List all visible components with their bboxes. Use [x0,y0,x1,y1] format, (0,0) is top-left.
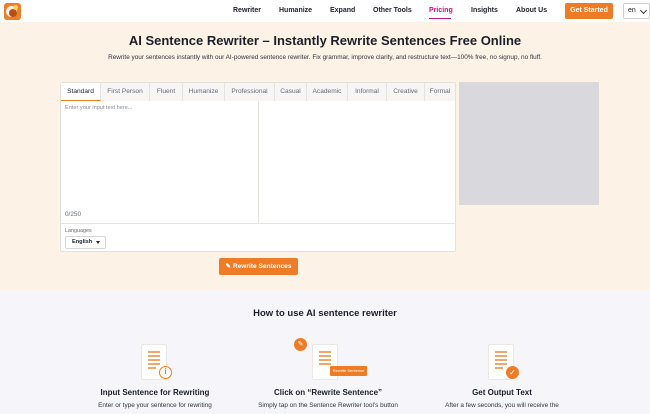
tab-first-person[interactable]: First Person [101,83,150,101]
input-placeholder: Enter your input text here... [65,105,133,111]
tab-casual[interactable]: Casual [275,83,307,101]
rewrite-button-label: Rewrite Sentences [232,263,292,270]
nav-pricing[interactable]: Pricing [429,7,453,14]
top-navbar: Rewriter Humanize Expand Other Tools Pri… [0,0,650,22]
get-started-button[interactable]: Get Started [565,3,613,19]
step-output-desc: After a few seconds, you will receive th… [445,402,559,409]
language-value: en [628,7,636,14]
how-to-section: How to use AI sentence rewriter i Input … [0,290,650,414]
nav-insights[interactable]: Insights [471,7,498,14]
page-subtitle: Rewrite your sentences instantly with ou… [108,54,542,61]
step-input-title: Input Sentence for Rewriting [100,388,210,397]
document-check-icon: ✓ [482,340,522,382]
chevron-down-icon [639,6,648,15]
nav-active-indicator [429,18,451,19]
tab-creative[interactable]: Creative [387,83,425,101]
caret-down-icon [96,241,100,244]
mode-tabs: Standard First Person Fluent Humanize Pr… [61,83,455,101]
page-title: AI Sentence Rewriter – Instantly Rewrite… [128,33,522,48]
step-input-desc: Enter or type your sentence for rewritin… [98,402,212,409]
output-panel [259,101,455,223]
tab-standard[interactable]: Standard [61,83,101,101]
nav-other-tools[interactable]: Other Tools [373,7,412,14]
step-input: i [70,340,240,382]
rewrite-sentences-button[interactable]: ✎ Rewrite Sentences [219,258,298,275]
input-textarea[interactable]: Enter your input text here... 0/250 [61,101,259,223]
tab-fluent[interactable]: Fluent [150,83,183,101]
ad-placeholder [459,82,599,205]
tab-professional[interactable]: Professional [225,83,275,101]
nav-rewriter[interactable]: Rewriter [233,7,261,14]
pencil-icon: ✎ [225,263,232,270]
rewrite-sentence-badge: Rewrite Sentence [330,366,367,376]
tab-academic[interactable]: Academic [307,83,348,101]
step-click-title: Click on “Rewrite Sentence” [273,388,383,397]
char-count: 0/250 [65,211,81,218]
nav-expand[interactable]: Expand [330,7,355,14]
languages-label: Languages [65,228,92,234]
hero-section: AI Sentence Rewriter – Instantly Rewrite… [0,22,650,290]
tab-informal[interactable]: Informal [348,83,387,101]
nav-about-us[interactable]: About Us [516,7,547,14]
tab-formal[interactable]: Formal [425,83,455,101]
language-select[interactable]: en [623,3,650,19]
nav-humanize[interactable]: Humanize [279,7,312,14]
step-output-title: Get Output Text [472,388,532,397]
brand-logo-icon[interactable] [4,3,21,20]
language-settings: Languages English [61,223,455,252]
language-dropdown-value: English [72,239,93,245]
rewriter-card: Standard First Person Fluent Humanize Pr… [60,82,456,252]
language-dropdown[interactable]: English [65,236,106,249]
tab-humanize[interactable]: Humanize [183,83,225,101]
how-to-title: How to use AI sentence rewriter [253,308,397,319]
step-click: ✎ Rewrite Sentence [243,338,413,380]
step-output: ✓ [417,340,587,382]
document-info-icon: i [135,340,175,382]
document-rewrite-icon: ✎ Rewrite Sentence [294,338,367,380]
step-click-desc: Simply tap on the Sentence Rewriter tool… [258,402,398,409]
